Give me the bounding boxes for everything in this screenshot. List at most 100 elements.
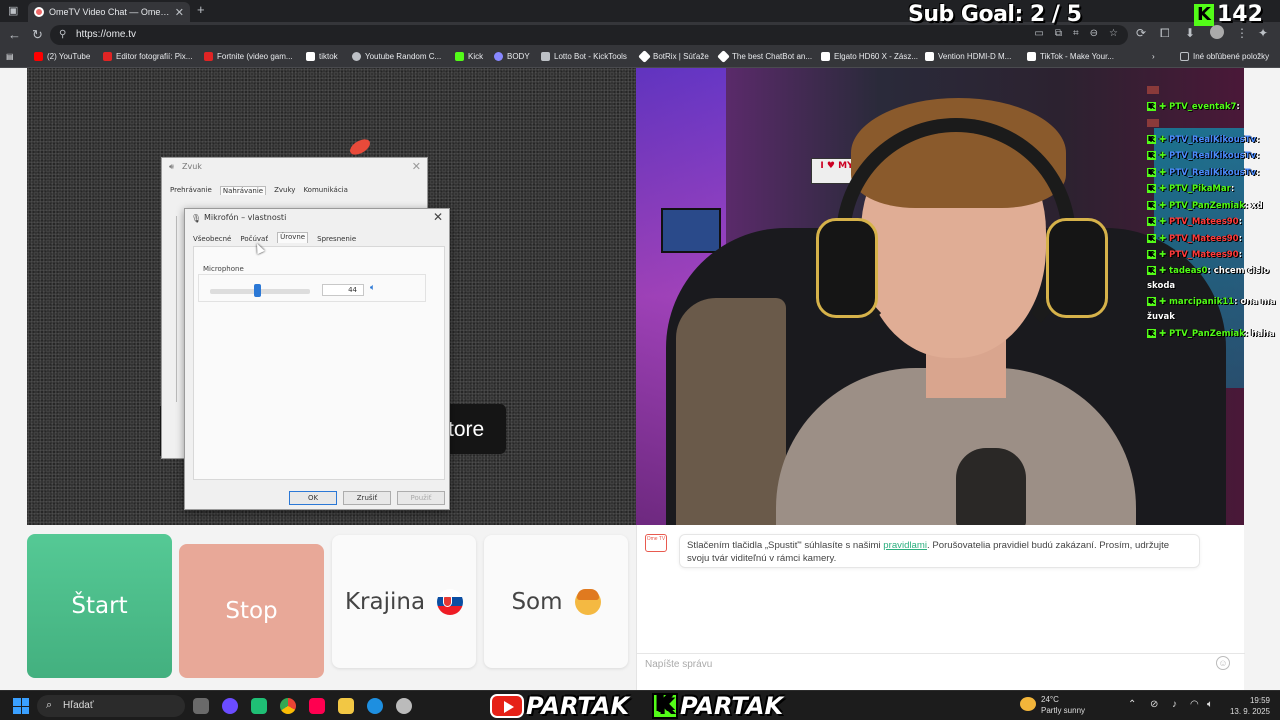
wifi-icon[interactable]: ◠ [1190,699,1199,710]
start-button[interactable]: Štart [27,534,172,678]
chat-username: PTV_PikaMar [1169,184,1231,194]
microphone-tray-icon[interactable]: ♪ [1172,699,1177,710]
new-tab-icon[interactable]: + [197,2,205,17]
chat-text: : [1230,184,1235,194]
rules-link[interactable]: pravidlami [883,540,927,551]
zoom-icon[interactable]: ⊖ [1090,28,1098,39]
bookmark-vention[interactable]: Vention HDMI-D M... [925,52,1011,61]
menu-dots-icon[interactable]: ⋮ [1236,26,1248,40]
apps-icon[interactable]: ▤ [6,52,14,61]
kick-badge-icon: K [1147,328,1156,338]
tab-levels[interactable]: Úrovne [277,232,309,243]
chat-message [1147,82,1280,99]
chat-message: K ✚ PTV_Matees90: [1147,214,1280,231]
windows-start-icon[interactable] [13,698,29,714]
back-arrow-icon[interactable]: ← [8,27,21,42]
url-field[interactable]: ⚲ https://ome.tv ▭ ⧉ ⌗ ⊖ ☆ [50,25,1128,45]
close-icon[interactable]: ✕ [433,210,443,224]
chat-message: K ✚ PTV_RealKikousTv: [1147,148,1280,165]
ok-button[interactable]: OK [289,491,337,505]
level-value-field[interactable]: 44 [322,284,364,296]
file-explorer-icon[interactable] [338,698,354,714]
cast-icon[interactable]: ▭ [1034,28,1043,39]
other-bookmarks[interactable]: Iné obľúbené položky [1180,52,1269,61]
chrome-icon[interactable] [280,698,296,714]
sub-goal-counter: Sub Goal: 2 / 5 [908,2,1082,27]
chat-text: : [1256,134,1260,145]
bookmark-kick[interactable]: Kick [455,52,483,61]
tab-listen[interactable]: Počúvať [240,235,268,243]
close-tab-icon[interactable]: ✕ [175,6,184,19]
bookmark-youtube-random[interactable]: Youtube Random C... [352,52,441,61]
tab-general[interactable]: Všeobecné [193,235,231,243]
tab-recording[interactable]: Nahrávanie [219,186,267,195]
task-view-icon[interactable] [193,698,209,714]
bookmark-fortnite[interactable]: Fortnite (video gam... [204,52,293,61]
tiktok-app-icon[interactable] [309,698,325,714]
gemini-icon[interactable]: ✦ [1258,26,1268,40]
app-green-icon[interactable] [251,698,267,714]
chat-text: : [1238,233,1242,244]
botrix-icon [638,50,651,63]
subscriber-badge-icon: ✚ [1156,200,1170,211]
bookmark-chatbot[interactable]: The best ChatBot an... [717,50,812,63]
profile-avatar[interactable] [1210,25,1224,39]
youtube-icon [490,693,524,718]
reload-icon[interactable]: ↻ [32,27,43,43]
downloads-icon[interactable]: ⬇ [1185,26,1195,40]
close-icon[interactable]: ✕ [412,160,421,173]
volume-icon[interactable]: 🔈︎ [1207,699,1213,710]
bookmark-star-icon[interactable]: ☆ [1109,28,1118,39]
subscriber-badge-icon: ✚ [1156,184,1170,194]
bookmark-label: tiktok [319,52,338,61]
bookmark-pixlr[interactable]: Editor fotografií: Pix... [103,52,192,61]
taskbar-search[interactable]: ⌕ Hľadať [37,695,185,717]
speaker-mute-icon[interactable]: 🔈︎ [370,283,375,293]
message-input[interactable]: Napíšte správu [637,653,1245,673]
extensions-icon[interactable]: ⟳ [1136,26,1146,40]
kick-badge-icon: K [1147,134,1156,144]
bookmark-tiktok-make[interactable]: TikTok - Make Your... [1027,52,1114,61]
network-off-icon[interactable]: ⊘ [1150,699,1158,710]
gender-selector[interactable]: Som [484,535,628,668]
clock[interactable]: 19:59 13. 9. 2025 [1226,695,1270,717]
tab-communication[interactable]: Komunikácia [303,186,347,195]
tray-overflow-icon[interactable]: ⌃ [1128,699,1136,710]
chat-message: K ✚ PTV_PanZemiak: xd [1147,198,1280,215]
tab-playback[interactable]: Prehrávanie [170,186,212,195]
puzzle-icon[interactable]: ⧠ [1160,26,1170,41]
apply-button[interactable]: Použiť [397,491,445,505]
browser-tab-ometv[interactable]: OmeTV Video Chat — Ome… ✕ [28,2,190,22]
bookmark-tiktok[interactable]: tiktok [306,52,338,61]
obs-icon[interactable] [396,698,412,714]
weather-widget[interactable]: 24°C Partly sunny [1020,694,1085,716]
chat-username: marcipanik11 [1169,296,1235,307]
stop-button[interactable]: Stop [179,544,324,678]
translate-icon[interactable]: ⌗ [1073,28,1079,39]
emoji-picker-icon[interactable]: ☺ [1216,656,1230,670]
bookmark-youtube[interactable]: (2) YouTube [34,52,90,61]
level-slider-thumb[interactable] [254,284,261,297]
shelf-decor [661,208,721,253]
discord-icon[interactable] [222,698,238,714]
slovakia-flag-icon [437,588,464,615]
bookmark-body[interactable]: BODY [494,52,530,61]
chatbot-icon [717,50,730,63]
tab-sounds[interactable]: Zvuky [274,186,295,195]
chat-text: : [1238,217,1242,227]
site-info-icon[interactable]: ⚲ [59,29,66,40]
cancel-button[interactable]: Zrušiť [343,491,391,505]
subscriber-badge-icon: ✚ [1156,250,1170,260]
bookmark-lotto-bot[interactable]: Lotto Bot - KickTools [541,52,627,61]
bookmark-label: Vention HDMI-D M... [938,52,1012,61]
chevron-right-icon[interactable]: › [1152,52,1155,61]
edge-icon[interactable] [367,698,383,714]
bookmark-elgato[interactable]: Elgato HD60 X - Zász... [821,52,918,61]
bookmark-botrix[interactable]: BotRix | Súťaže [638,50,709,63]
tab-advanced[interactable]: Spresnenie [317,235,356,243]
install-app-icon[interactable]: ⧉ [1055,28,1062,39]
tab-menu-icon[interactable]: ▣ [8,4,18,17]
country-selector[interactable]: Krajina [332,535,476,668]
levels-pane: Microphone 44 🔈︎ [193,246,445,480]
chat-text: : xd [1244,200,1263,211]
